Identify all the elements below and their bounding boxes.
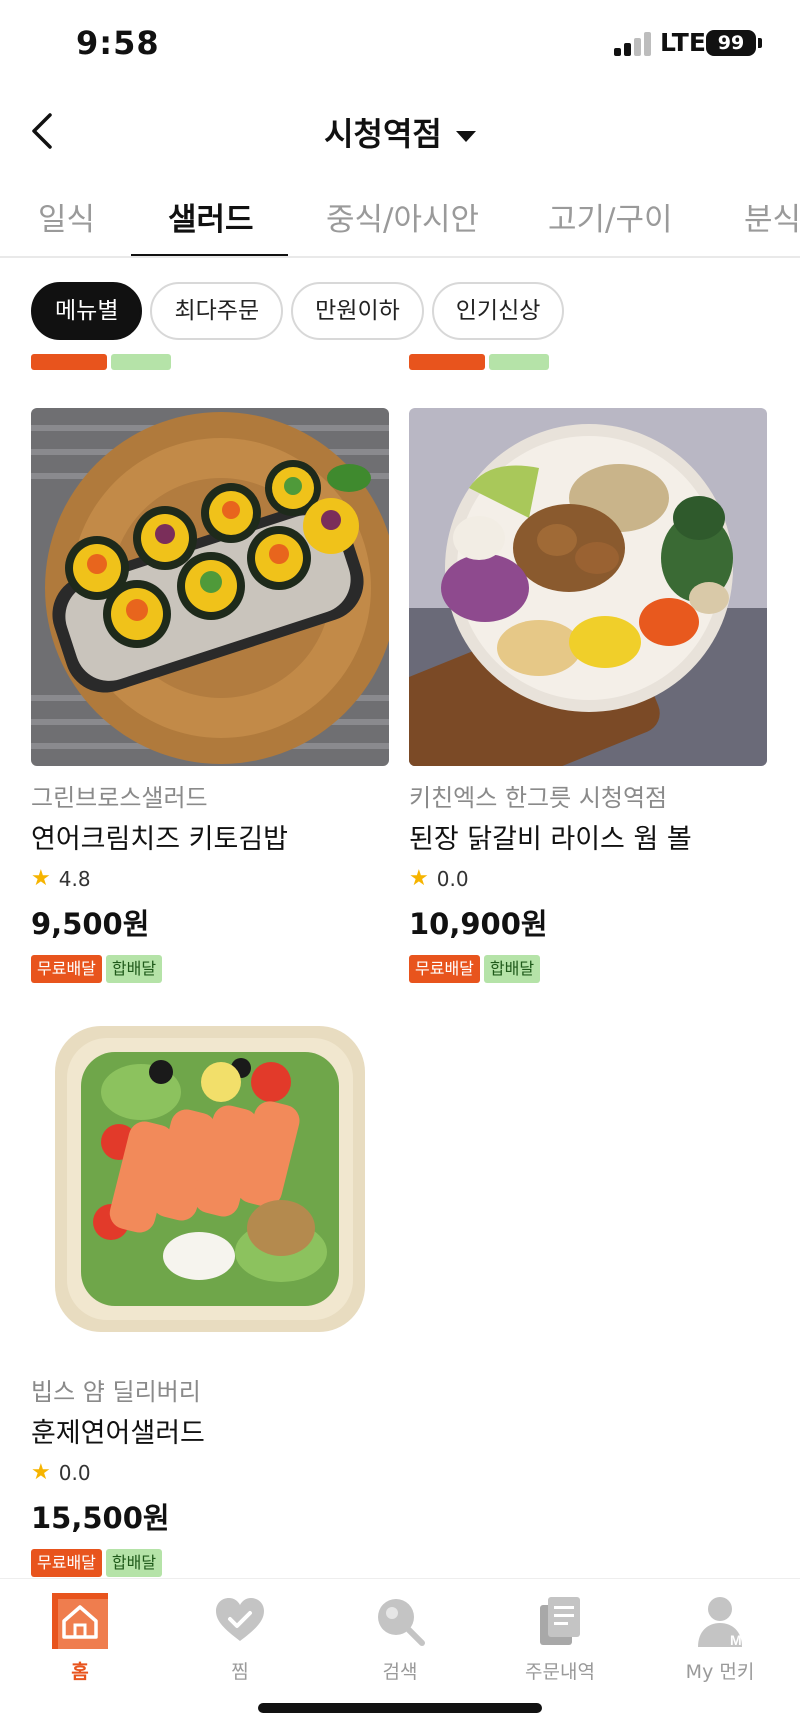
product-price: 9,500원 (31, 907, 150, 941)
product-image-salmon-salad (31, 1002, 389, 1360)
status-time: 9:58 (76, 24, 160, 62)
free-delivery-badge: 무료배달 (31, 955, 102, 983)
product-store: 키친엑스 한그릇 시청역점 (409, 784, 668, 812)
product-name: 된장 닭갈비 라이스 웜 볼 (409, 824, 692, 855)
star-icon: ★ (31, 1460, 51, 1485)
product-card[interactable]: 빕스 얌 딜리버리 훈제연어샐러드 ★ 0.0 15,500원 무료배달 합배달 (31, 1002, 389, 1577)
filter-chips: 메뉴별 최다주문 만원이하 인기신상 (31, 282, 572, 342)
tab-underline (131, 254, 288, 256)
free-delivery-badge: 무료배달 (31, 1549, 102, 1577)
product-name: 훈제연어샐러드 (31, 1418, 205, 1449)
home-indicator (258, 1703, 542, 1713)
tab-chinese-asian[interactable]: 중식/아시안 (326, 194, 479, 239)
home-icon (52, 1593, 108, 1649)
chip-under-10000[interactable]: 만원이하 (291, 282, 424, 340)
product-rating: ★ 0.0 (409, 866, 767, 891)
product-name: 연어크림치즈 키토김밥 (31, 824, 288, 855)
battery-icon: 99 (706, 30, 756, 56)
product-price: 10,900원 (409, 907, 548, 941)
tab-salad[interactable]: 샐러드 (168, 194, 254, 239)
product-card[interactable]: 키친엑스 한그릇 시청역점 된장 닭갈비 라이스 웜 볼 ★ 0.0 10,900… (409, 408, 767, 983)
store-title: 시청역점 (324, 115, 442, 153)
nav-home-label: 홈 (71, 1661, 89, 1683)
nav-favorites[interactable]: 찜 (160, 1593, 320, 1684)
battery-tip (758, 38, 762, 48)
product-rating: ★ 4.8 (31, 866, 389, 891)
nav-orders[interactable]: 주문내역 (480, 1593, 640, 1684)
product-image-kimbap (31, 408, 389, 766)
search-icon (372, 1593, 428, 1649)
chip-most-ordered[interactable]: 최다주문 (150, 282, 284, 340)
nav-search[interactable]: 검색 (320, 1593, 480, 1684)
star-icon: ★ (409, 866, 429, 891)
product-store: 빕스 얌 딜리버리 (31, 1378, 201, 1406)
nav-my[interactable]: M My 먼키 (640, 1593, 800, 1684)
chip-by-menu[interactable]: 메뉴별 (31, 282, 143, 340)
network-label: LTE (660, 28, 706, 57)
combined-delivery-badge: 합배달 (105, 955, 163, 983)
nav-search-label: 검색 (382, 1661, 418, 1683)
product-store: 그린브로스샐러드 (31, 784, 208, 812)
product-image-bowl (409, 408, 767, 766)
free-delivery-badge: 무료배달 (409, 955, 480, 983)
product-rating: ★ 0.0 (31, 1460, 389, 1485)
profile-icon: M (692, 1593, 748, 1649)
signal-icon (614, 32, 652, 56)
chip-new-popular[interactable]: 인기신상 (431, 282, 565, 340)
store-selector[interactable]: 시청역점 (0, 109, 800, 155)
nav-my-label: My 먼키 (685, 1661, 755, 1683)
combined-delivery-badge: 합배달 (483, 955, 541, 983)
rating-value: 0.0 (436, 866, 469, 891)
nav-favorites-label: 찜 (231, 1661, 249, 1683)
category-tabs: 일식 샐러드 중식/아시안 고기/구이 분식 (0, 182, 800, 258)
combined-delivery-badge: 합배달 (105, 1549, 163, 1577)
rating-value: 4.8 (58, 866, 91, 891)
star-icon: ★ (31, 866, 51, 891)
status-bar: 9:58 LTE 99 (0, 0, 800, 88)
tab-snack[interactable]: 분식 (744, 194, 800, 239)
order-history-icon (532, 1593, 588, 1649)
peek-badges-left (31, 354, 171, 370)
product-card[interactable]: 그린브로스샐러드 연어크림치즈 키토김밥 ★ 4.8 9,500원 무료배달 합배달 (31, 408, 389, 983)
svg-text:M: M (730, 1632, 742, 1648)
product-badges: 무료배달 합배달 (31, 955, 389, 983)
heart-icon (212, 1593, 268, 1649)
product-badges: 무료배달 합배달 (31, 1549, 389, 1577)
product-price: 15,500원 (31, 1501, 170, 1535)
rating-value: 0.0 (58, 1460, 91, 1485)
nav-orders-label: 주문내역 (525, 1661, 595, 1683)
product-badges: 무료배달 합배달 (409, 955, 767, 983)
tab-japanese[interactable]: 일식 (38, 194, 95, 239)
header: 시청역점 (0, 95, 800, 167)
caret-down-icon (455, 130, 476, 142)
tab-meat-grill[interactable]: 고기/구이 (548, 194, 673, 239)
peek-badges-right (409, 354, 549, 370)
nav-home[interactable]: 홈 (0, 1593, 160, 1684)
